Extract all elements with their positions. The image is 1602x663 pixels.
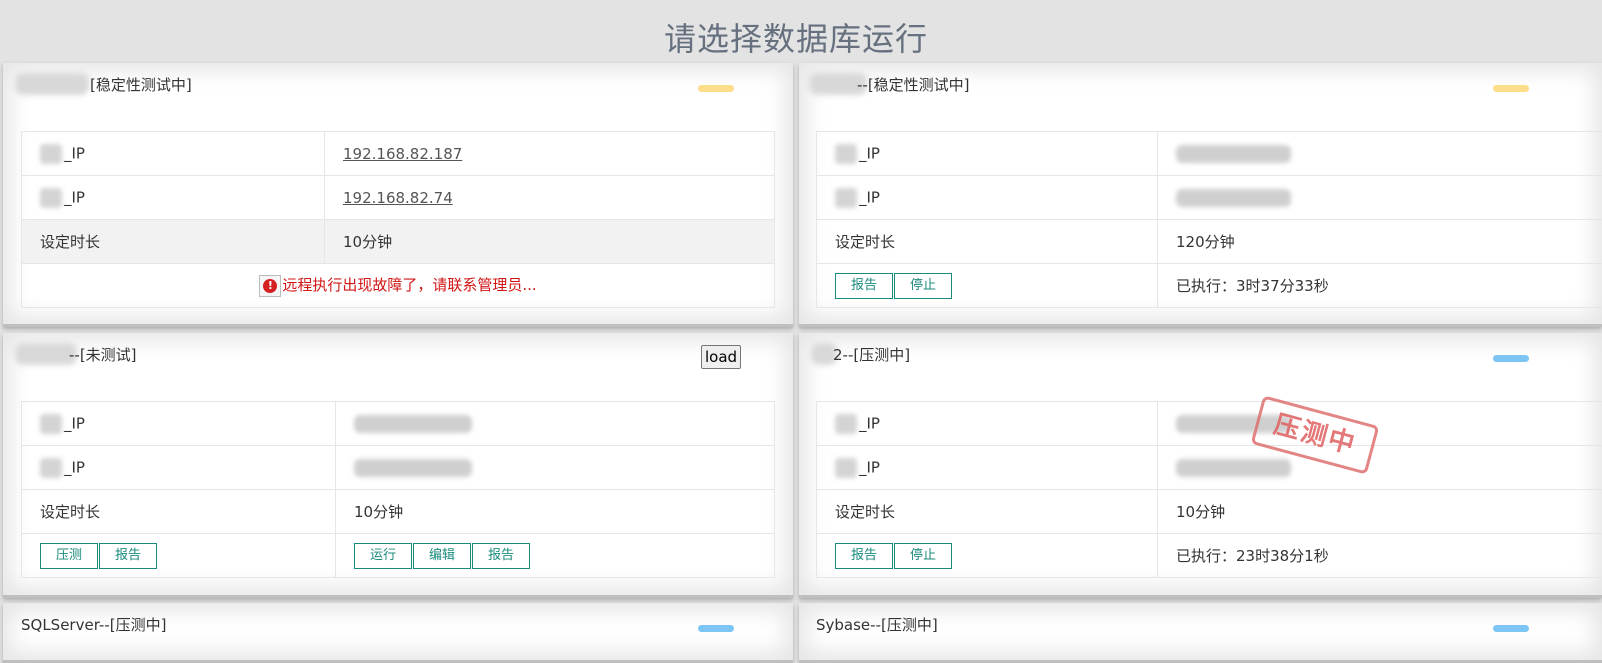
redacted-ip xyxy=(354,415,472,433)
redacted-label xyxy=(835,414,857,434)
duration-value: 10分钟 xyxy=(325,220,775,264)
database-card: Sybase--[压测中] xyxy=(799,603,1602,663)
stress-test-button[interactable]: 压测 xyxy=(40,543,98,569)
table-row: 设定时长 10分钟 xyxy=(817,490,1602,534)
report-button[interactable]: 报告 xyxy=(472,543,530,569)
table-row: _IP xyxy=(817,402,1602,446)
ip-link[interactable]: 192.168.82.187 xyxy=(343,145,462,163)
table-row: _IP xyxy=(22,402,775,446)
card-title: [稳定性测试中] xyxy=(90,74,192,95)
duration-value: 10分钟 xyxy=(336,490,775,534)
ip-label: _IP xyxy=(64,188,85,206)
table-row: _IP 192.168.82.74 xyxy=(22,176,775,220)
ip-label: _IP xyxy=(64,458,85,476)
duration-value: 120分钟 xyxy=(1158,220,1602,264)
stop-button[interactable]: 停止 xyxy=(894,543,952,569)
card-header: --[未测试] load xyxy=(3,333,793,381)
table-row: _IP xyxy=(817,446,1602,490)
database-card: --[稳定性测试中] _IP _IP 设定时长 120分钟 报告停止 已执行：3… xyxy=(799,63,1602,327)
load-button[interactable]: load xyxy=(701,345,741,369)
ip-label: _IP xyxy=(859,144,880,162)
report-button[interactable]: 报告 xyxy=(99,543,157,569)
redacted-ip[interactable] xyxy=(1176,189,1291,207)
redacted-label xyxy=(835,144,857,164)
card-info-table: _IP _IP 设定时长 10分钟 压测报告 运行编辑报告 xyxy=(21,401,775,578)
redacted-label xyxy=(40,144,62,164)
table-row: _IP xyxy=(817,132,1602,176)
duration-value: 10分钟 xyxy=(1158,490,1602,534)
executed-time: 已执行：23时38分1秒 xyxy=(1158,534,1602,578)
page-title: 请选择数据库运行 xyxy=(0,14,1592,60)
ip-label: _IP xyxy=(64,414,85,432)
database-card: --[未测试] load _IP _IP 设定时长 10分钟 压测报告 运行编辑… xyxy=(3,333,793,598)
card-header: SQLServer--[压测中] xyxy=(3,603,793,651)
executed-time: 已执行：3时37分33秒 xyxy=(1158,264,1602,308)
ip-label: _IP xyxy=(859,414,880,432)
status-indicator xyxy=(1493,85,1529,92)
redacted-label xyxy=(40,458,62,478)
ip-label: _IP xyxy=(859,188,880,206)
redacted-ip xyxy=(354,459,472,477)
card-title: SQLServer--[压测中] xyxy=(21,614,166,635)
duration-label: 设定时长 xyxy=(22,490,336,534)
card-header: 2--[压测中] xyxy=(799,333,1602,381)
table-row: 设定时长 10分钟 xyxy=(22,220,775,264)
duration-label: 设定时长 xyxy=(817,490,1158,534)
database-card: SQLServer--[压测中] xyxy=(3,603,793,663)
redacted-ip[interactable] xyxy=(1176,145,1291,163)
redacted-label xyxy=(835,458,857,478)
card-info-table: _IP _IP 设定时长 10分钟 报告停止 已执行：23时38分1秒 xyxy=(816,401,1602,578)
table-row: _IP xyxy=(22,446,775,490)
stop-button[interactable]: 停止 xyxy=(894,273,952,299)
ip-label: _IP xyxy=(859,458,880,476)
report-button[interactable]: 报告 xyxy=(835,543,893,569)
ip-link[interactable]: 192.168.82.74 xyxy=(343,189,453,207)
table-row: 报告停止 已执行：23时38分1秒 xyxy=(817,534,1602,578)
redacted-label xyxy=(40,414,62,434)
card-header: Sybase--[压测中] xyxy=(799,603,1602,651)
table-row: 设定时长 120分钟 xyxy=(817,220,1602,264)
table-row: _IP xyxy=(817,176,1602,220)
table-row: 报告停止 已执行：3时37分33秒 xyxy=(817,264,1602,308)
table-row: !远程执行出现故障了，请联系管理员... xyxy=(22,264,775,308)
run-button[interactable]: 运行 xyxy=(354,543,412,569)
card-title: Sybase--[压测中] xyxy=(816,614,938,635)
edit-button[interactable]: 编辑 xyxy=(413,543,471,569)
card-title: --[稳定性测试中] xyxy=(857,74,970,95)
redacted-name xyxy=(15,73,89,95)
card-title: --[未测试] xyxy=(69,344,137,365)
card-header: --[稳定性测试中] xyxy=(799,63,1602,111)
redacted-ip[interactable] xyxy=(1176,459,1291,477)
redacted-label xyxy=(40,188,62,208)
ip-label: _IP xyxy=(64,144,85,162)
card-info-table: _IP 192.168.82.187 _IP 192.168.82.74 设定时… xyxy=(21,131,775,308)
status-indicator xyxy=(1493,625,1529,632)
status-indicator xyxy=(1493,355,1529,362)
report-button[interactable]: 报告 xyxy=(835,273,893,299)
duration-label: 设定时长 xyxy=(817,220,1158,264)
table-row: 压测报告 运行编辑报告 xyxy=(22,534,775,578)
redacted-name xyxy=(15,343,77,365)
card-title: 2--[压测中] xyxy=(833,344,910,365)
error-icon: ! xyxy=(259,275,281,297)
database-card: 2--[压测中] _IP _IP 设定时长 10分钟 报告停止 已执行：23时3… xyxy=(799,333,1602,598)
error-message: 远程执行出现故障了，请联系管理员... xyxy=(282,276,536,294)
table-row: 设定时长 10分钟 xyxy=(22,490,775,534)
duration-label: 设定时长 xyxy=(22,220,325,264)
status-indicator xyxy=(698,625,734,632)
status-indicator xyxy=(698,85,734,92)
redacted-label xyxy=(835,188,857,208)
card-header: [稳定性测试中] xyxy=(3,63,793,111)
database-card: [稳定性测试中] _IP 192.168.82.187 _IP 192.168.… xyxy=(3,63,793,327)
table-row: _IP 192.168.82.187 xyxy=(22,132,775,176)
card-info-table: _IP _IP 设定时长 120分钟 报告停止 已执行：3时37分33秒 xyxy=(816,131,1602,308)
